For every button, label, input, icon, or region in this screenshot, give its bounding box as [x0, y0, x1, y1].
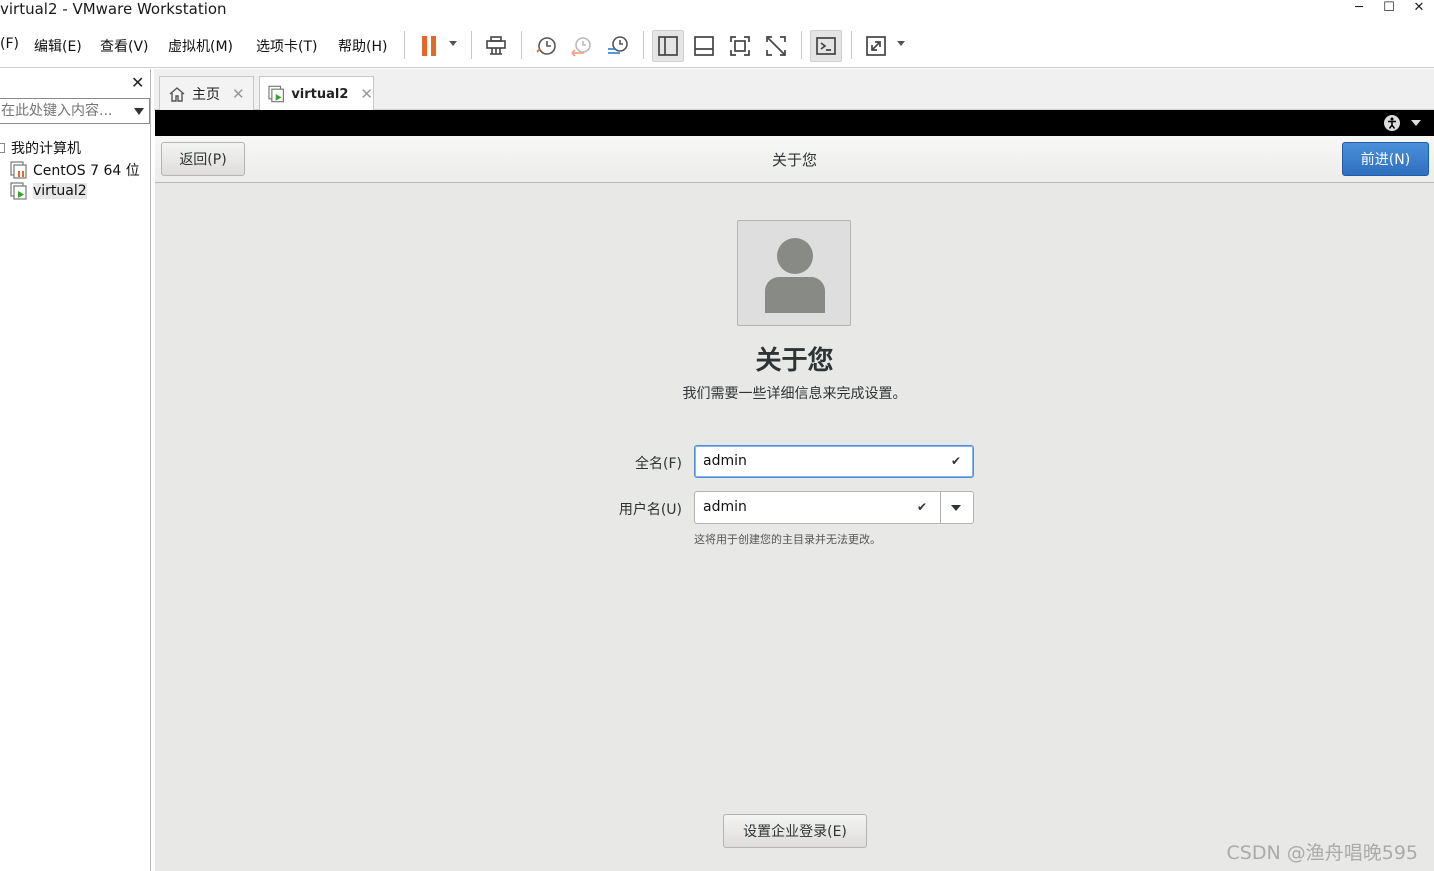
fullname-value: admin — [703, 453, 747, 469]
title-bar: virtual2 - VMware Workstation ─ ☐ ✕ — [0, 0, 1434, 22]
menu-vm[interactable]: 虚拟机(M) — [168, 36, 233, 56]
console-icon[interactable] — [810, 30, 842, 62]
tree-root-my-computer[interactable]: 我的计算机 — [0, 138, 81, 158]
username-valid-icon: ✔ — [917, 500, 928, 514]
user-avatar-icon — [765, 238, 825, 313]
thumbnail-bar-icon[interactable] — [688, 30, 720, 62]
accessibility-icon[interactable] — [1383, 114, 1401, 132]
minimize-button[interactable]: ─ — [1344, 0, 1374, 18]
page-subtitle: 我们需要一些详细信息来完成设置。 — [682, 386, 907, 402]
menu-help[interactable]: 帮助(H) — [338, 36, 387, 56]
revert-snapshot-icon[interactable] — [566, 30, 598, 62]
pause-icon[interactable] — [414, 30, 446, 62]
snapshot-manager-icon[interactable] — [602, 30, 634, 62]
library-sidebar: ✕ 我的计算机 CentOS 7 64 位 virtual2 — [0, 69, 151, 871]
tab-home[interactable]: 主页 ✕ — [159, 76, 254, 110]
setup-body: 关于您 我们需要一些详细信息来完成设置。 全名(F) admin ✔ 用户名(U… — [155, 183, 1434, 871]
next-button[interactable]: 前进(N) — [1342, 142, 1429, 176]
library-search-input[interactable] — [0, 99, 128, 123]
username-field[interactable]: admin ✔ — [694, 491, 974, 524]
combo-divider — [940, 492, 941, 523]
fullname-field[interactable]: admin ✔ — [694, 445, 974, 478]
menu-tabs[interactable]: 选项卡(T) — [256, 36, 317, 56]
setup-header-bar: 返回(P) 关于您 前进(N) — [155, 136, 1434, 183]
page-heading: 关于您 — [755, 346, 834, 376]
fullname-label: 全名(F) — [635, 456, 682, 472]
username-hint: 这将用于创建您的主目录并无法更改。 — [694, 533, 881, 546]
search-dropdown-icon[interactable] — [134, 108, 144, 115]
tree-item-label: virtual2 — [33, 183, 87, 199]
close-library-icon[interactable]: ✕ — [131, 73, 144, 92]
tab-home-label: 主页 — [192, 86, 220, 103]
vm-running-icon — [268, 85, 284, 103]
tab-strip: 主页 ✕ virtual2 ✕ — [154, 69, 1434, 111]
send-ctrl-alt-del-icon[interactable] — [480, 30, 512, 62]
unity-icon[interactable] — [760, 30, 792, 62]
tab-home-close-icon[interactable]: ✕ — [232, 85, 245, 103]
tree-item-virtual2[interactable]: virtual2 — [10, 182, 87, 200]
window-title: virtual2 - VMware Workstation — [0, 0, 227, 18]
tab-virtual2-close-icon[interactable]: ✕ — [360, 85, 373, 103]
tab-virtual2[interactable]: virtual2 ✕ — [259, 76, 374, 111]
menu-view[interactable]: 查看(V) — [100, 36, 149, 56]
pause-dropdown-icon[interactable] — [449, 41, 457, 46]
maximize-button[interactable]: ☐ — [1374, 0, 1404, 18]
avatar[interactable] — [737, 220, 851, 326]
toolbar-divider — [471, 31, 472, 59]
header-title: 关于您 — [771, 151, 817, 169]
enterprise-login-button[interactable]: 设置企业登录(E) — [723, 814, 867, 848]
vm-running-icon — [10, 182, 28, 200]
guest-top-panel — [155, 110, 1434, 136]
tab-virtual2-label: virtual2 — [291, 86, 349, 102]
vm-powered-off-icon — [10, 161, 28, 179]
menu-toolbar: (F) 编辑(E) 查看(V) 虚拟机(M) 选项卡(T) 帮助(H) — [0, 24, 1434, 68]
tree-item-label: CentOS 7 64 位 — [33, 163, 140, 179]
panel-menu-dropdown-icon[interactable] — [1411, 120, 1421, 126]
username-dropdown-icon[interactable] — [951, 505, 961, 511]
watermark: CSDN @渔舟唱晚595 — [1226, 842, 1418, 864]
close-window-button[interactable]: ✕ — [1404, 0, 1434, 18]
menu-file[interactable]: (F) — [0, 36, 19, 52]
stretch-icon[interactable] — [860, 30, 892, 62]
tree-expander-icon[interactable] — [0, 143, 5, 153]
username-value: admin — [703, 499, 747, 515]
toolbar-divider — [851, 31, 852, 59]
menu-edit[interactable]: 编辑(E) — [34, 36, 82, 56]
stretch-dropdown-icon[interactable] — [897, 41, 905, 46]
toolbar-divider — [801, 31, 802, 59]
toolbar-divider — [404, 31, 405, 59]
library-search — [0, 98, 150, 124]
username-label: 用户名(U) — [618, 502, 682, 518]
toolbar-divider — [521, 31, 522, 59]
toolbar-divider — [643, 31, 644, 59]
snapshot-icon[interactable] — [530, 30, 562, 62]
fullname-valid-icon: ✔ — [951, 454, 962, 468]
library-view-icon[interactable] — [652, 30, 684, 62]
tree-item-centos[interactable]: CentOS 7 64 位 — [10, 160, 140, 180]
home-icon — [169, 86, 185, 102]
fullscreen-icon[interactable] — [724, 30, 756, 62]
tree-root-label: 我的计算机 — [11, 141, 81, 157]
